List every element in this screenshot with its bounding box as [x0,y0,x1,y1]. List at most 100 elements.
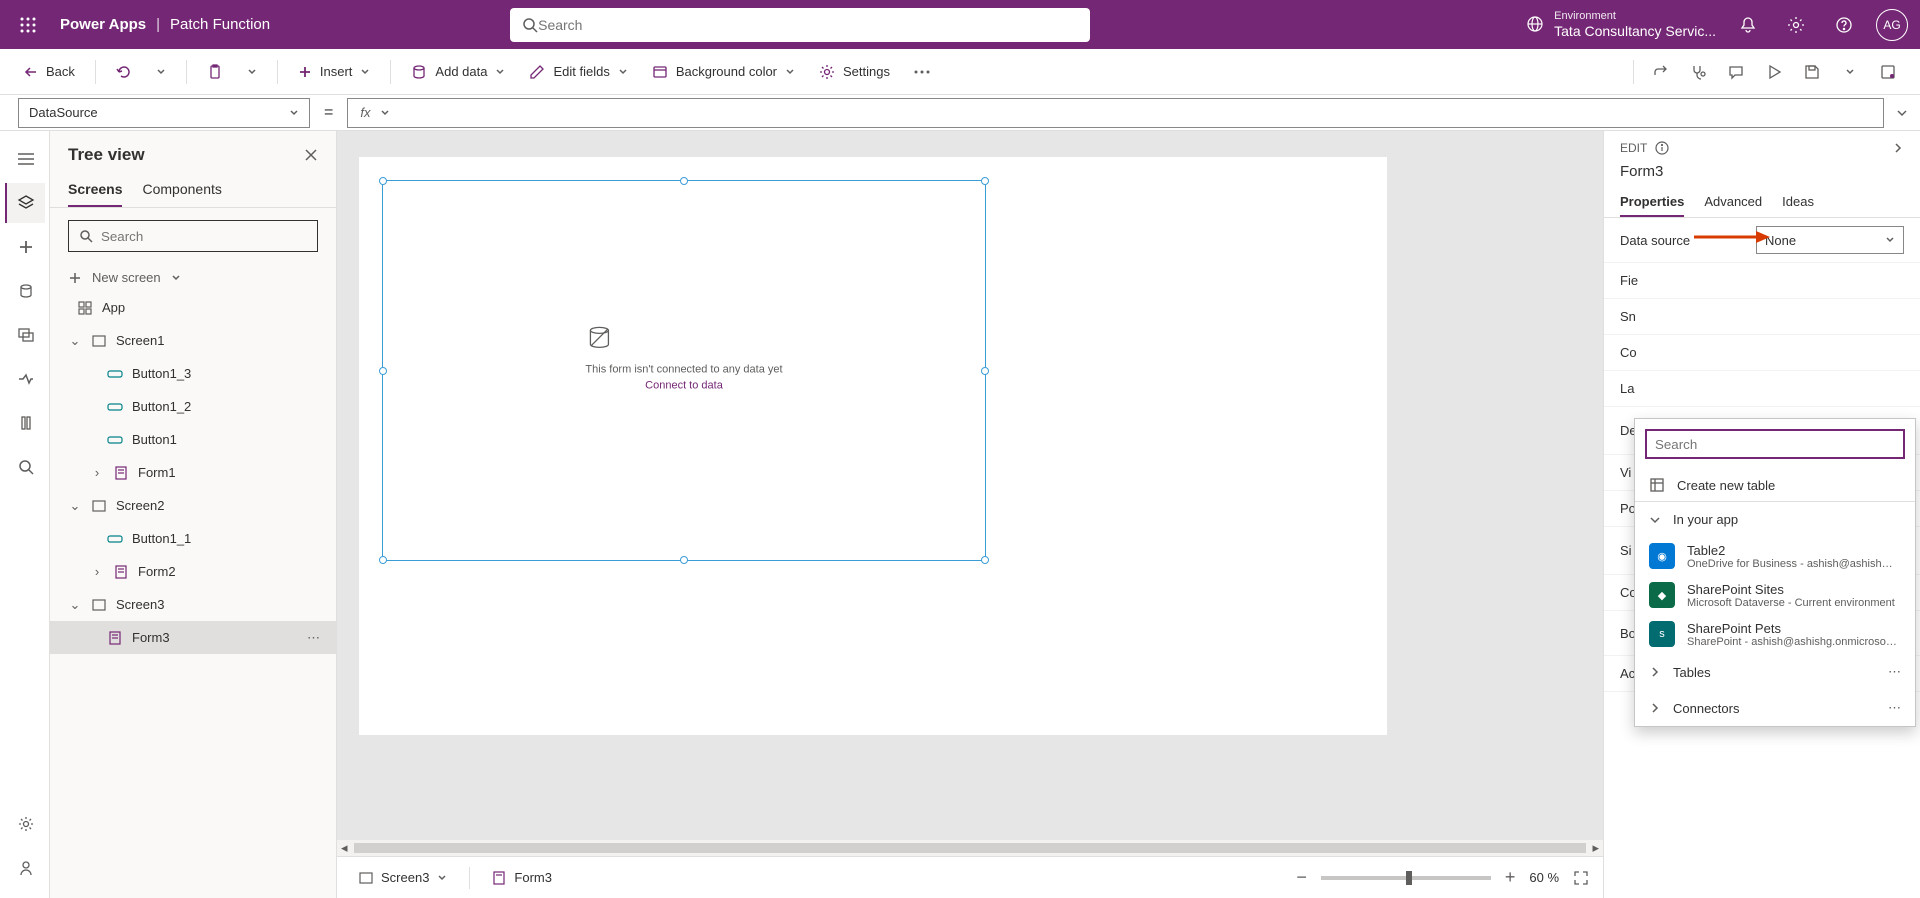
ds-item-sharepoint-pets[interactable]: s SharePoint PetsSharePoint - ashish@ash… [1635,615,1915,654]
selected-control-name: Form3 [1604,159,1920,188]
canvas-artboard[interactable]: This form isn't connected to any data ye… [359,157,1387,735]
help-icon[interactable] [1828,9,1860,41]
ds-tables-more[interactable]: ⋯ [1888,664,1901,680]
comments-button[interactable] [1718,54,1754,90]
preview-button[interactable] [1756,54,1792,90]
edit-fields-button[interactable]: Edit fields [519,58,637,86]
more-commands[interactable] [904,64,940,80]
rail-flows[interactable] [5,359,45,399]
new-screen-button[interactable]: New screen [50,264,336,291]
tree-node-button1-3[interactable]: Button1_3 [50,357,336,390]
env-value: Tata Consultancy Servic... [1554,23,1716,40]
equals-label: = [324,104,333,122]
tree-node-button1-1[interactable]: Button1_1 [50,522,336,555]
tree-node-form3[interactable]: Form3 ⋯ [50,621,336,654]
stethoscope-icon [1689,63,1707,81]
tree-node-screen2[interactable]: ⌄ Screen2 [50,489,336,522]
database-icon [411,64,427,80]
insert-button[interactable]: Insert [288,58,381,85]
info-icon[interactable] [1655,141,1669,155]
share-button[interactable] [1642,54,1678,90]
tree-node-more[interactable]: ⋯ [307,630,320,646]
waffle-icon[interactable] [12,9,44,41]
undo-dropdown[interactable] [146,61,176,83]
breadcrumb-screen[interactable]: Screen3 [351,866,455,889]
tree-node-button1[interactable]: Button1 [50,423,336,456]
ds-section-in-your-app[interactable]: In your app [1635,502,1915,537]
create-new-table[interactable]: Create new table [1635,469,1915,501]
tree-node-app[interactable]: App [50,291,336,324]
share-icon [1651,63,1669,81]
tree-node-screen3[interactable]: ⌄ Screen3 [50,588,336,621]
tree-title: Tree view [68,145,145,165]
expand-pane[interactable] [1892,142,1904,154]
tab-ideas[interactable]: Ideas [1782,188,1814,217]
ds-connectors-more[interactable]: ⋯ [1888,700,1901,716]
rail-hamburger[interactable] [5,139,45,179]
tab-screens[interactable]: Screens [68,173,122,207]
env-label: Environment [1554,10,1716,23]
form-icon [112,466,130,480]
user-avatar[interactable]: AG [1876,9,1908,41]
tab-advanced[interactable]: Advanced [1704,188,1762,217]
tree-search[interactable] [68,220,318,252]
save-button[interactable] [1794,54,1830,90]
rail-media[interactable] [5,315,45,355]
ds-search-input[interactable] [1655,437,1895,452]
variables-icon [18,415,34,431]
formula-input[interactable] [400,105,1871,120]
rail-variables[interactable] [5,403,45,443]
app-name: Patch Function [170,16,270,33]
tree-close[interactable] [304,148,318,162]
data-source-dropdown[interactable]: None [1756,226,1904,254]
save-dropdown[interactable] [1832,54,1868,90]
back-button[interactable]: Back [14,58,85,85]
ds-item-table2[interactable]: ◉ Table2OneDrive for Business - ashish@a… [1635,537,1915,576]
global-search-input[interactable] [538,17,1078,33]
zoom-in[interactable]: + [1505,867,1516,888]
rail-tree-view[interactable] [5,183,45,223]
rail-settings[interactable] [5,804,45,844]
formula-input-wrap[interactable]: fx [347,98,1884,128]
property-selector[interactable]: DataSource [18,98,310,128]
environment-picker[interactable]: Environment Tata Consultancy Servic... [1526,10,1716,40]
button-icon [106,434,124,446]
zoom-slider[interactable] [1321,876,1491,880]
ds-section-connectors[interactable]: Connectors ⋯ [1635,690,1915,726]
formula-expand[interactable] [1884,107,1920,119]
tree-node-form2[interactable]: › Form2 [50,555,336,588]
chevron-right-icon [1649,702,1661,714]
breadcrumb-form[interactable]: Form3 [484,866,560,889]
tree-node-form1[interactable]: › Form1 [50,456,336,489]
search-icon [522,17,538,33]
add-data-button[interactable]: Add data [401,58,515,86]
settings-icon[interactable] [1780,9,1812,41]
tree-search-input[interactable] [101,229,307,244]
ds-search[interactable] [1645,429,1905,459]
rail-data[interactable] [5,271,45,311]
tree-node-screen1[interactable]: ⌄ Screen1 [50,324,336,357]
checker-button[interactable] [1680,54,1716,90]
canvas-hscroll[interactable]: ◂ ▸ [337,840,1603,856]
undo-button[interactable] [106,58,142,86]
global-search[interactable] [510,8,1090,42]
form-icon [106,631,124,645]
paste-dropdown[interactable] [237,61,267,83]
form3-control[interactable]: This form isn't connected to any data ye… [382,180,986,561]
connect-data-link[interactable]: Connect to data [585,379,782,391]
bg-color-button[interactable]: Background color [642,58,805,86]
tree-node-button1-2[interactable]: Button1_2 [50,390,336,423]
zoom-out[interactable]: − [1296,867,1307,888]
ds-section-tables[interactable]: Tables ⋯ [1635,654,1915,690]
rail-insert[interactable] [5,227,45,267]
tab-components[interactable]: Components [142,173,221,207]
rail-feedback[interactable] [5,848,45,888]
ds-item-sharepoint-sites[interactable]: ◆ SharePoint SitesMicrosoft Dataverse - … [1635,576,1915,615]
rail-search[interactable] [5,447,45,487]
notifications-icon[interactable] [1732,9,1764,41]
tab-properties[interactable]: Properties [1620,188,1684,217]
publish-button[interactable] [1870,54,1906,90]
paste-button[interactable] [197,58,233,86]
fit-to-window[interactable] [1573,870,1589,886]
settings-button[interactable]: Settings [809,58,900,86]
